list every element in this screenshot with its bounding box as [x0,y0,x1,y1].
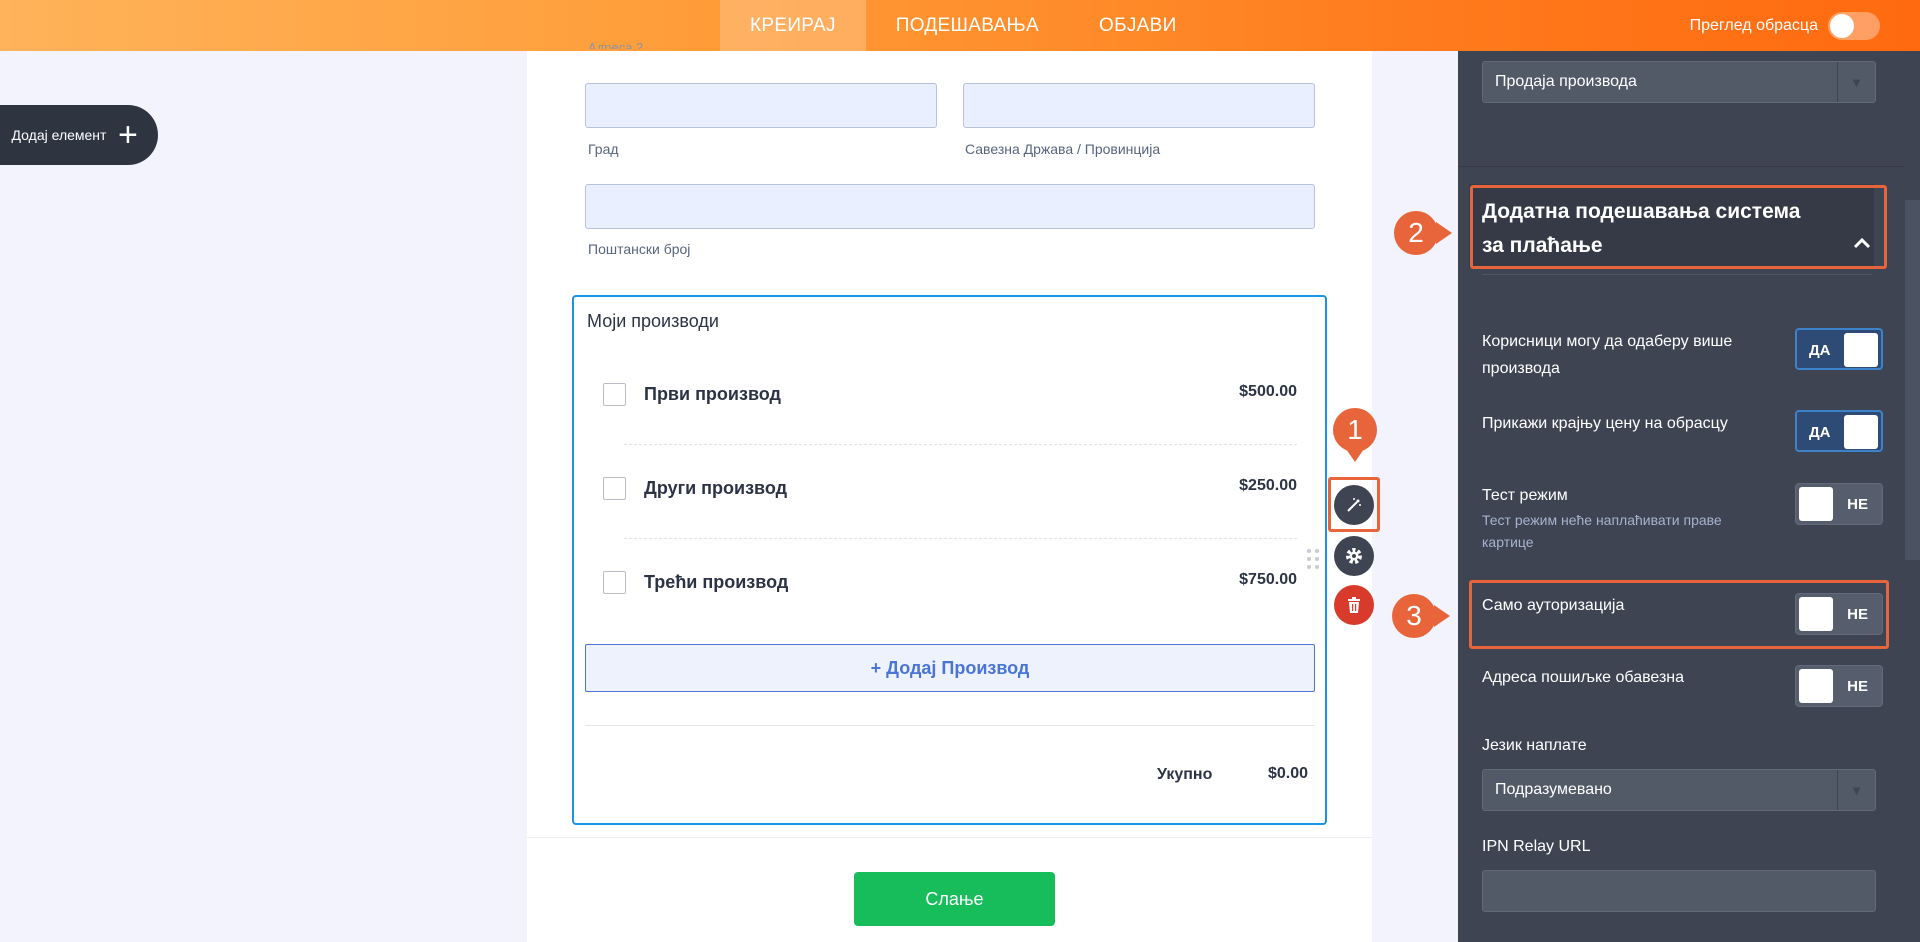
product-checkbox[interactable] [603,383,626,406]
final-price-toggle[interactable]: ДА [1795,410,1883,452]
setting-multiple-products-label: Корисници могу да одаберу више производа [1482,333,1733,377]
ipn-relay-input[interactable] [1482,870,1876,912]
form-preview-toggle[interactable]: Преглед обрасца [1690,0,1880,51]
panel-divider [1458,166,1905,167]
product-price: $750.00 [1239,571,1297,588]
submit-button[interactable]: Слање [854,872,1055,926]
toggle-knob [1799,669,1833,703]
add-product-button[interactable]: + Додај Производ [585,644,1315,692]
toggle-knob [1799,487,1833,521]
product-checkbox[interactable] [603,571,626,594]
section-divider [1482,274,1872,275]
toggle-state-label: ДА [1809,342,1831,359]
preview-label: Преглед обрасца [1689,16,1818,34]
product-divider [624,444,1297,445]
wand-icon[interactable] [1334,485,1374,525]
plus-icon: + [118,116,138,154]
setting-shipping-address-label: Адреса пошиљке обавезна [1482,669,1685,686]
state-input[interactable] [963,83,1315,128]
main-tabs: КРЕИРАЈ ПОДЕШАВАЊА ОБЈАВИ [720,0,1207,51]
tab-settings[interactable]: ПОДЕШАВАЊА [866,0,1069,51]
setting-test-mode-sublabel: Тест режим неће наплаћивати праве картиц… [1482,512,1722,550]
callout-1-pointer [1344,446,1366,462]
billing-language-value: Подразумевано [1495,781,1612,798]
product-price: $250.00 [1239,477,1297,494]
chevron-up-icon[interactable] [1852,235,1872,251]
callout-3: 3 [1392,594,1436,638]
billing-language-label: Језик наплате [1482,737,1587,754]
trash-icon[interactable] [1334,585,1374,625]
preview-switch[interactable] [1828,11,1880,40]
switch-knob [1830,13,1854,38]
payment-type-value: Продаја производа [1495,73,1637,90]
add-element-button[interactable]: Додај елемент + [0,105,158,165]
callout-2: 2 [1394,211,1438,255]
add-element-label: Додај елемент [11,126,107,143]
product-name: Трећи производ [644,572,789,592]
total-value: $0.00 [1268,765,1309,782]
product-row[interactable]: Трећи производ $750.00 [603,561,1297,601]
setting-final-price-label: Прикажи крајњу цену на обрасцу [1482,415,1728,432]
auth-only-toggle[interactable]: НЕ [1795,593,1883,635]
multiple-products-toggle[interactable]: ДА [1795,328,1883,370]
setting-test-mode-label: Тест режим [1482,487,1568,504]
toggle-state-label: НЕ [1847,678,1868,695]
postal-code-input[interactable] [585,184,1315,229]
callout-3-pointer [1434,605,1450,627]
tab-publish[interactable]: ОБЈАВИ [1069,0,1207,51]
gear-icon[interactable] [1334,536,1374,576]
shipping-address-toggle[interactable]: НЕ [1795,665,1883,707]
tab-create[interactable]: КРЕИРАЈ [720,0,866,51]
form-divider [527,837,1372,838]
total-divider [585,725,1315,726]
product-price: $500.00 [1239,383,1297,400]
panel-scrollbar[interactable] [1905,200,1920,560]
product-name: Први производ [644,384,781,404]
toggle-state-label: НЕ [1847,496,1868,513]
address2-label: Адреса 2 [588,40,644,49]
city-input[interactable] [585,83,937,128]
setting-auth-only-label: Само ауторизација [1482,597,1625,614]
callout-2-pointer [1436,222,1452,244]
product-divider [624,538,1297,539]
top-navigation-bar: КРЕИРАЈ ПОДЕШАВАЊА ОБЈАВИ Преглед обрасц… [0,0,1920,51]
state-label: Савезна Држава / Провинција [965,141,1161,157]
ipn-relay-label: IPN Relay URL [1482,838,1591,855]
payment-type-select[interactable]: Продаја производа ▼ [1482,61,1876,103]
product-checkbox[interactable] [603,477,626,500]
product-row[interactable]: Други производ $250.00 [603,467,1297,507]
total-label: Укупно [1157,766,1213,783]
toggle-knob [1844,333,1878,367]
billing-language-select[interactable]: Подразумевано ▼ [1482,769,1876,811]
chevron-down-icon: ▼ [1837,62,1875,102]
product-name: Други производ [644,478,788,498]
drag-handle-icon[interactable] [1307,548,1319,570]
chevron-down-icon: ▼ [1837,770,1875,810]
products-title: Моји производи [587,311,719,331]
product-row[interactable]: Први производ $500.00 [603,373,1297,413]
test-mode-toggle[interactable]: НЕ [1795,483,1883,525]
city-label: Град [588,141,619,157]
toggle-state-label: НЕ [1847,606,1868,623]
toggle-knob [1844,415,1878,449]
section-title: Додатна подешавања система за плаћање [1482,200,1801,257]
postal-code-label: Поштански број [588,241,691,257]
toggle-knob [1799,597,1833,631]
toggle-state-label: ДА [1809,424,1831,441]
